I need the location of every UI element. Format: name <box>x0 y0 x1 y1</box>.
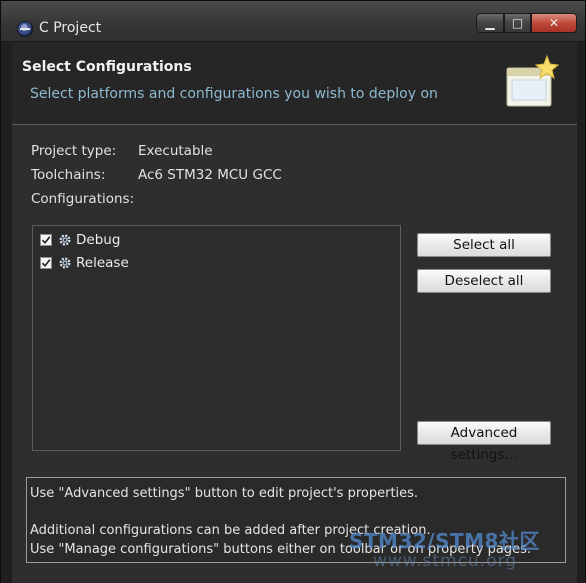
debug-checkbox[interactable] <box>40 234 52 246</box>
window-controls: ▁ □ ✕ <box>476 13 577 35</box>
wizard-header: Select Configurations Select platforms a… <box>12 42 577 125</box>
configuration-gear-icon <box>59 234 71 246</box>
hint-additional-configs: Additional configurations can be added a… <box>30 523 431 538</box>
c-project-dialog: C Project ▁ □ ✕ Select Configurations Se… <box>0 0 586 583</box>
new-project-wizard-icon <box>506 54 560 107</box>
release-checkbox[interactable] <box>40 257 52 269</box>
check-icon <box>41 259 51 268</box>
check-icon <box>41 236 51 245</box>
close-button[interactable]: ✕ <box>531 13 577 33</box>
right-edge <box>577 42 585 583</box>
hint-box: Use "Advanced settings" button to edit p… <box>26 477 566 563</box>
debug-label: Debug <box>76 232 121 248</box>
configuration-gear-icon <box>59 257 71 269</box>
page-subtitle: Select platforms and configurations you … <box>30 86 438 102</box>
title-bar[interactable]: C Project ▁ □ ✕ <box>1 1 585 42</box>
wizard-body: Project type: Executable Toolchains: Ac6… <box>12 125 577 583</box>
toolchains-value: Ac6 STM32 MCU GCC <box>138 167 282 183</box>
advanced-settings-button[interactable]: Advanced settings... <box>417 421 551 463</box>
eclipse-icon <box>18 22 32 36</box>
configurations-list[interactable]: Debug Release <box>32 225 401 451</box>
project-type-label: Project type: <box>31 143 117 159</box>
toolchains-label: Toolchains: <box>31 167 106 183</box>
left-edge <box>1 42 12 583</box>
configurations-label: Configurations: <box>31 191 135 207</box>
deselect-all-button[interactable]: Deselect all <box>417 269 551 293</box>
select-all-button[interactable]: Select all <box>417 233 551 257</box>
minimize-button[interactable]: ▁ <box>476 13 504 33</box>
project-type-value: Executable <box>138 143 213 159</box>
hint-advanced-settings: Use "Advanced settings" button to edit p… <box>30 486 419 501</box>
list-item[interactable]: Debug <box>40 231 120 249</box>
release-label: Release <box>76 255 129 271</box>
hint-manage-configs: Use "Manage configurations" buttons eith… <box>30 542 532 557</box>
maximize-button[interactable]: □ <box>504 13 531 33</box>
window-title: C Project <box>39 20 102 36</box>
list-item[interactable]: Release <box>40 254 129 272</box>
page-title: Select Configurations <box>22 59 192 75</box>
